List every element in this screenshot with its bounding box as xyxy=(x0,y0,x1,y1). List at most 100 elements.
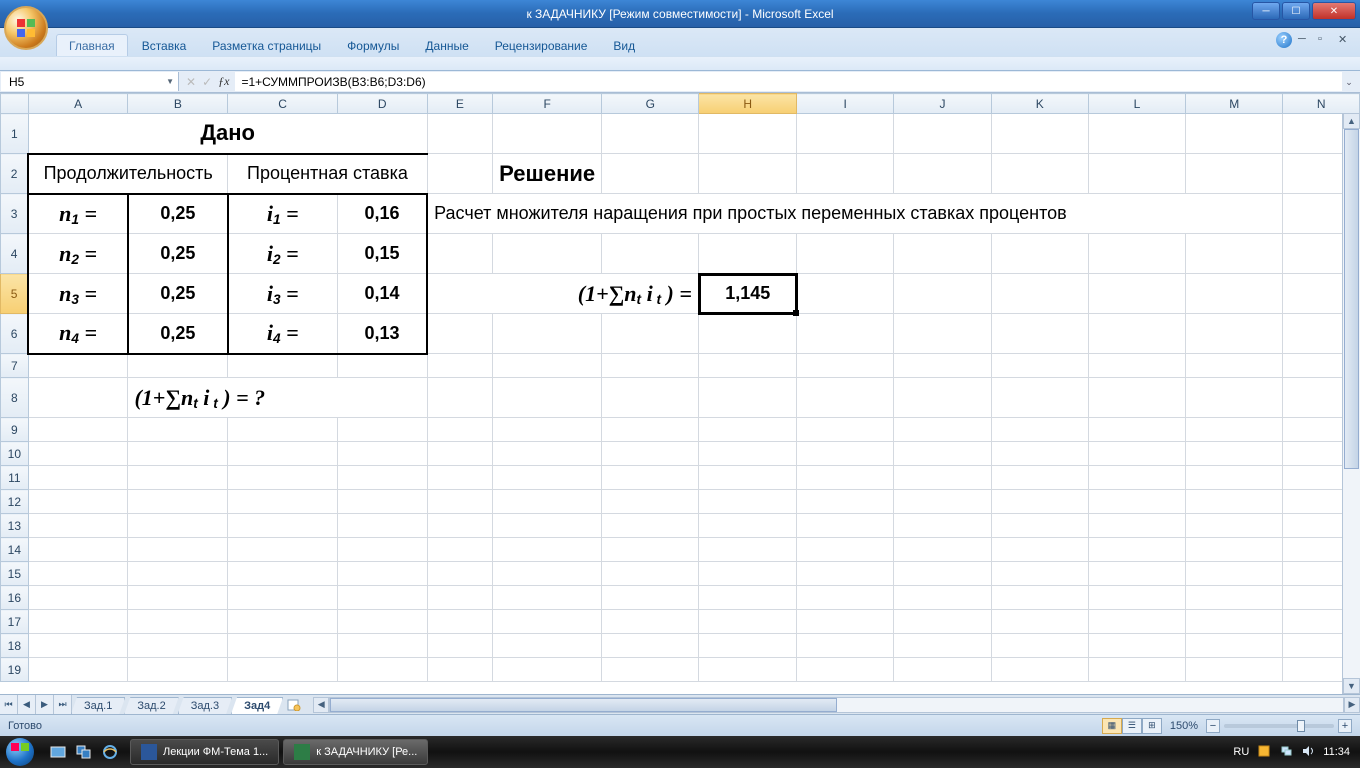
tray-network-icon[interactable] xyxy=(1279,744,1293,761)
cell-M12[interactable] xyxy=(1186,490,1283,514)
sheet-nav-next-icon[interactable]: ▶ xyxy=(36,695,54,714)
cell-K2[interactable] xyxy=(991,154,1088,194)
cell-I19[interactable] xyxy=(797,658,894,682)
cell-E5[interactable]: (1+∑nt i t ) = xyxy=(427,274,699,314)
cell-M10[interactable] xyxy=(1186,442,1283,466)
cell-J7[interactable] xyxy=(894,354,991,378)
help-icon[interactable]: ? xyxy=(1276,32,1292,48)
cell-G14[interactable] xyxy=(602,538,699,562)
view-page-break-button[interactable]: ⊞ xyxy=(1142,718,1162,734)
cell-H5[interactable]: 1,145 xyxy=(699,274,797,314)
cell-C14[interactable] xyxy=(228,538,338,562)
cell-D16[interactable] xyxy=(337,586,427,610)
row-header-7[interactable]: 7 xyxy=(1,354,29,378)
cell-E11[interactable] xyxy=(427,466,493,490)
tray-updates-icon[interactable] xyxy=(1257,744,1271,761)
cell-B12[interactable] xyxy=(128,490,228,514)
cell-D11[interactable] xyxy=(337,466,427,490)
cell-B8[interactable]: (1+∑nt i t ) = ? xyxy=(128,378,427,418)
row-header-18[interactable]: 18 xyxy=(1,634,29,658)
cell-G17[interactable] xyxy=(602,610,699,634)
cell-A19[interactable] xyxy=(28,658,128,682)
cell-H17[interactable] xyxy=(699,610,797,634)
cell-F18[interactable] xyxy=(493,634,602,658)
cell-D19[interactable] xyxy=(337,658,427,682)
cell-A15[interactable] xyxy=(28,562,128,586)
cancel-formula-icon[interactable]: ✕ xyxy=(186,75,196,89)
cell-M8[interactable] xyxy=(1186,378,1283,418)
cell-H4[interactable] xyxy=(699,234,797,274)
cell-E8[interactable] xyxy=(427,378,493,418)
cell-C3[interactable]: i1 = xyxy=(228,194,338,234)
cell-G1[interactable] xyxy=(602,114,699,154)
zoom-out-button[interactable]: − xyxy=(1206,719,1220,733)
cell-B13[interactable] xyxy=(128,514,228,538)
fx-icon[interactable]: ƒx xyxy=(218,74,229,89)
cell-K19[interactable] xyxy=(991,658,1088,682)
cell-C15[interactable] xyxy=(228,562,338,586)
cell-I1[interactable] xyxy=(797,114,894,154)
cell-H14[interactable] xyxy=(699,538,797,562)
cell-B15[interactable] xyxy=(128,562,228,586)
cell-J12[interactable] xyxy=(894,490,991,514)
row-header-19[interactable]: 19 xyxy=(1,658,29,682)
cell-C5[interactable]: i3 = xyxy=(228,274,338,314)
cell-K6[interactable] xyxy=(991,314,1088,354)
cell-L2[interactable] xyxy=(1088,154,1185,194)
cell-A2[interactable]: Продолжительность xyxy=(28,154,228,194)
sheet-tab-Зад.3[interactable]: Зад.3 xyxy=(178,697,232,714)
cell-G4[interactable] xyxy=(602,234,699,274)
cell-I16[interactable] xyxy=(797,586,894,610)
column-header-G[interactable]: G xyxy=(602,94,699,114)
cell-B19[interactable] xyxy=(128,658,228,682)
cell-B18[interactable] xyxy=(128,634,228,658)
cell-D12[interactable] xyxy=(337,490,427,514)
ribbon-tab-review[interactable]: Рецензирование xyxy=(483,35,600,56)
office-button[interactable] xyxy=(4,6,48,50)
cell-K12[interactable] xyxy=(991,490,1088,514)
cell-K11[interactable] xyxy=(991,466,1088,490)
row-header-1[interactable]: 1 xyxy=(1,114,29,154)
cell-I2[interactable] xyxy=(797,154,894,194)
column-header-A[interactable]: A xyxy=(28,94,128,114)
cell-M5[interactable] xyxy=(1186,274,1283,314)
window-maximize-button[interactable]: ☐ xyxy=(1282,2,1310,20)
cell-D14[interactable] xyxy=(337,538,427,562)
cell-A13[interactable] xyxy=(28,514,128,538)
cell-K10[interactable] xyxy=(991,442,1088,466)
cell-L10[interactable] xyxy=(1088,442,1185,466)
cell-F14[interactable] xyxy=(493,538,602,562)
cell-G18[interactable] xyxy=(602,634,699,658)
cell-B17[interactable] xyxy=(128,610,228,634)
cell-A16[interactable] xyxy=(28,586,128,610)
scroll-down-icon[interactable]: ▼ xyxy=(1343,678,1360,694)
cell-C12[interactable] xyxy=(228,490,338,514)
cell-D18[interactable] xyxy=(337,634,427,658)
column-header-M[interactable]: M xyxy=(1186,94,1283,114)
tray-clock[interactable]: 11:34 xyxy=(1323,746,1350,758)
tray-lang[interactable]: RU xyxy=(1233,746,1249,758)
scroll-right-icon[interactable]: ▶ xyxy=(1344,697,1360,713)
name-box-dropdown-icon[interactable]: ▼ xyxy=(166,77,174,86)
ribbon-tab-pagelayout[interactable]: Разметка страницы xyxy=(200,35,333,56)
cell-B3[interactable]: 0,25 xyxy=(128,194,228,234)
cell-E10[interactable] xyxy=(427,442,493,466)
cell-H15[interactable] xyxy=(699,562,797,586)
quick-launch-switch-icon[interactable] xyxy=(72,740,96,764)
cell-B4[interactable]: 0,25 xyxy=(128,234,228,274)
row-header-8[interactable]: 8 xyxy=(1,378,29,418)
cell-D5[interactable]: 0,14 xyxy=(337,274,427,314)
new-sheet-button[interactable] xyxy=(283,695,305,714)
row-header-6[interactable]: 6 xyxy=(1,314,29,354)
cell-D13[interactable] xyxy=(337,514,427,538)
cell-H13[interactable] xyxy=(699,514,797,538)
taskbar-item-word[interactable]: Лекции ФМ-Тема 1... xyxy=(130,739,279,765)
cell-A5[interactable]: n3 = xyxy=(28,274,128,314)
cell-M14[interactable] xyxy=(1186,538,1283,562)
row-header-10[interactable]: 10 xyxy=(1,442,29,466)
cell-C19[interactable] xyxy=(228,658,338,682)
cell-L18[interactable] xyxy=(1088,634,1185,658)
cell-E14[interactable] xyxy=(427,538,493,562)
cell-D6[interactable]: 0,13 xyxy=(337,314,427,354)
cell-L15[interactable] xyxy=(1088,562,1185,586)
